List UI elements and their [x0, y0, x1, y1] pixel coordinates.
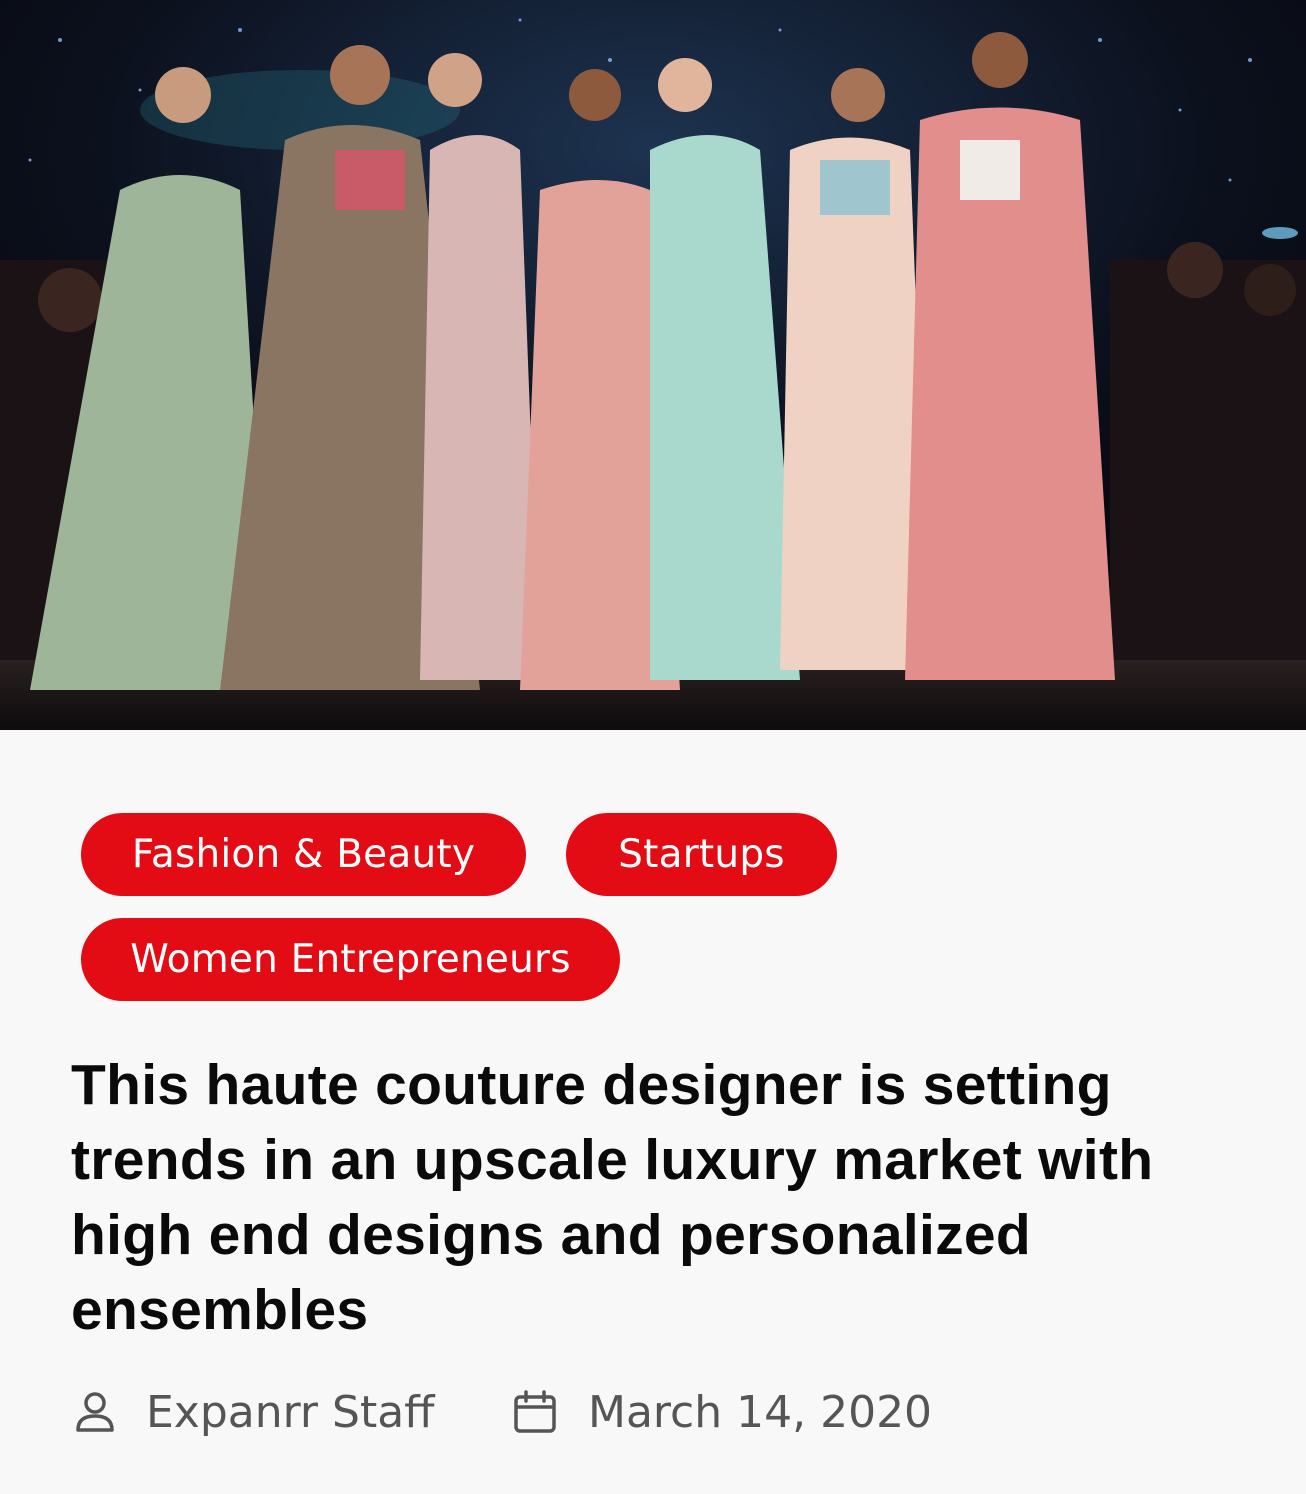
article-title[interactable]: This haute couture designer is setting t…	[71, 1048, 1241, 1348]
author-name[interactable]: Expanrr Staff	[146, 1387, 434, 1438]
hero-image[interactable]	[0, 0, 1306, 730]
date-meta: March 14, 2020	[512, 1380, 932, 1444]
tag-women-entrepreneurs[interactable]: Women Entrepreneurs	[81, 918, 620, 1001]
runway-photo	[0, 0, 1306, 730]
tag-fashion-beauty[interactable]: Fashion & Beauty	[81, 813, 526, 896]
calendar-icon	[514, 1390, 556, 1433]
tag-startups[interactable]: Startups	[566, 813, 837, 896]
publish-date: March 14, 2020	[588, 1386, 933, 1438]
article-meta: Expanrr Staff March 14, 2020	[72, 1380, 1232, 1444]
article-card: Fashion & Beauty Startups Women Entrepre…	[0, 730, 1306, 1494]
author-meta[interactable]: Expanrr Staff	[72, 1380, 434, 1444]
person-icon	[76, 1392, 114, 1432]
